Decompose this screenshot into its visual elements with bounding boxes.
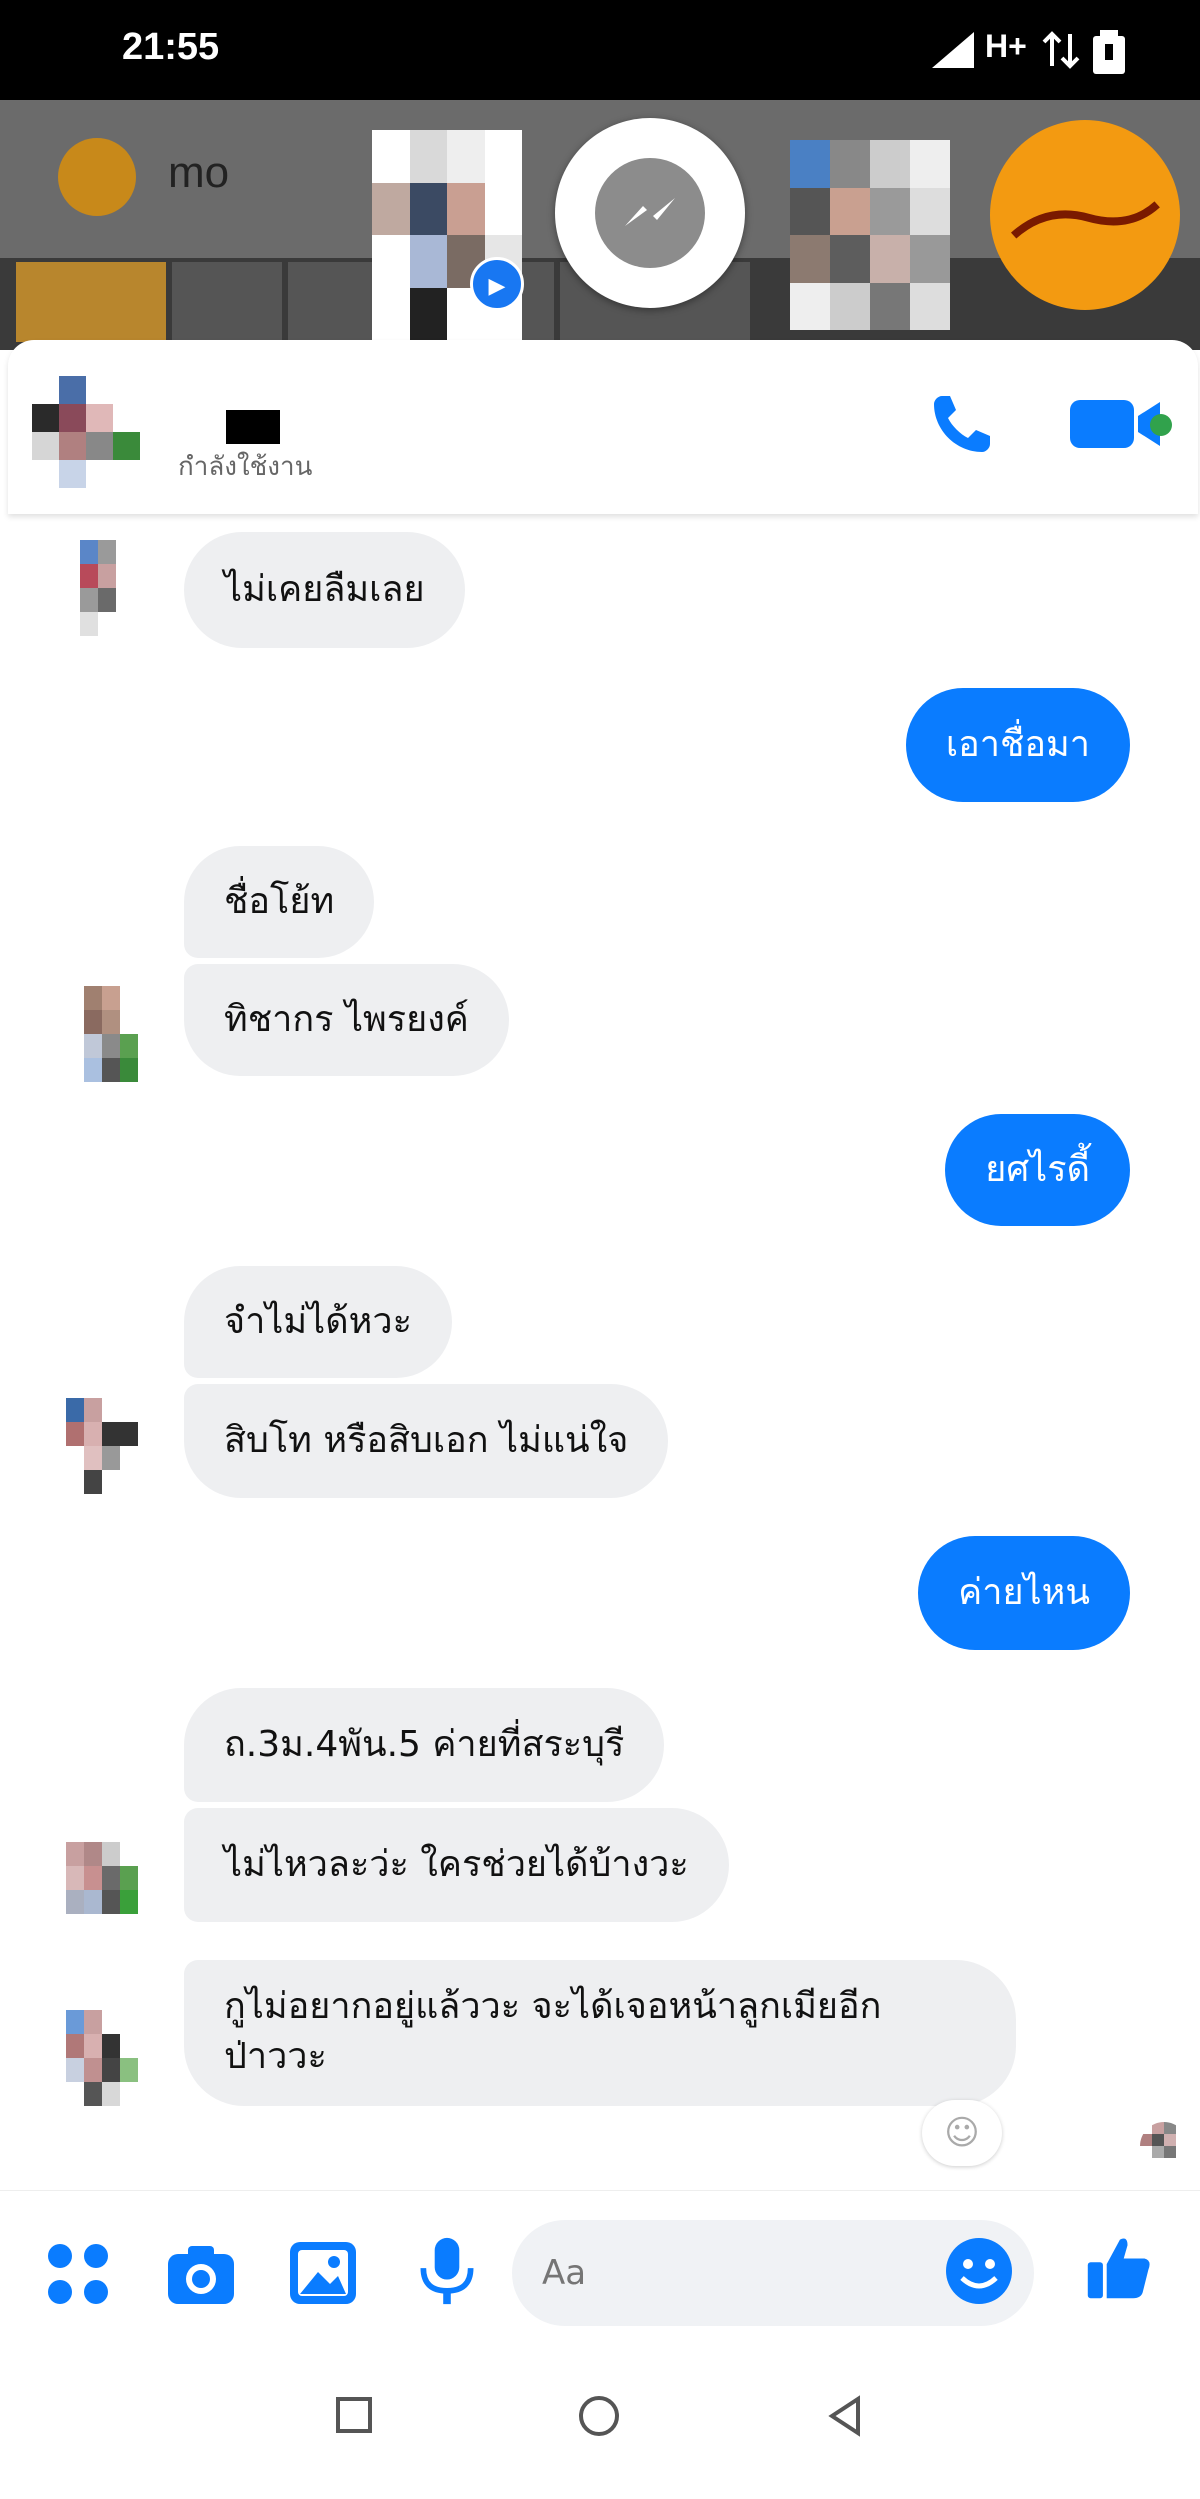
signal-icon bbox=[932, 32, 974, 68]
data-arrows-icon bbox=[1042, 31, 1080, 69]
chat-head-avatar[interactable] bbox=[790, 140, 950, 330]
message-bubble[interactable]: ถ.3ม.4พัน.5 ค่ายที่สระบุรี bbox=[184, 1688, 665, 1802]
add-reaction-icon[interactable]: ☺ bbox=[922, 2100, 1002, 2166]
sender-avatar[interactable] bbox=[62, 540, 134, 636]
sender-avatar[interactable] bbox=[66, 1398, 138, 1494]
background-app-logo bbox=[58, 138, 136, 216]
background-thumbnail bbox=[172, 262, 282, 342]
recents-icon[interactable] bbox=[334, 2395, 374, 2435]
sender-avatar[interactable] bbox=[66, 986, 138, 1082]
back-icon[interactable] bbox=[826, 2393, 866, 2439]
conversation-header: กำลังใช้งาน bbox=[8, 340, 1198, 514]
video-badge-icon: ▶ bbox=[470, 257, 524, 311]
battery-icon bbox=[1093, 30, 1125, 74]
message-bubble[interactable]: เอาชื่อมา bbox=[905, 688, 1130, 802]
background-thumbnail bbox=[16, 262, 166, 342]
message-bubble[interactable]: จำไม่ได้หวะ bbox=[184, 1266, 452, 1378]
brand-logo-icon bbox=[1007, 190, 1164, 242]
messenger-icon bbox=[595, 158, 705, 268]
message-bubble[interactable]: ยศไรดี้ bbox=[945, 1114, 1130, 1226]
message-bubble[interactable]: ไม่ไหวละว่ะ ใครช่วยได้บ้างวะ bbox=[184, 1808, 729, 1922]
message-bubble[interactable]: ค่ายไหน bbox=[918, 1536, 1130, 1650]
message-bubble[interactable]: ทิชากร ไพรยงค์ bbox=[184, 964, 509, 1076]
camera-icon[interactable] bbox=[166, 2240, 236, 2310]
status-bar: 21:55 H+ bbox=[0, 0, 1200, 100]
brand-chat-head[interactable] bbox=[990, 120, 1180, 310]
seen-avatar bbox=[1140, 2122, 1188, 2170]
network-type: H+ bbox=[985, 28, 1027, 64]
contact-status: กำลังใช้งาน bbox=[178, 452, 313, 482]
thumbs-up-icon[interactable] bbox=[1084, 2232, 1154, 2302]
message-bubble[interactable]: สิบโท หรือสิบเอก ไม่แน่ใจ bbox=[184, 1384, 669, 1498]
grid-dots-icon[interactable] bbox=[44, 2240, 114, 2310]
message-bubble[interactable]: กูไม่อยากอยู่แล้ววะ จะได้เจอหน้าลูกเมียอ… bbox=[184, 1960, 1016, 2106]
online-indicator bbox=[1150, 414, 1172, 436]
phone-icon[interactable] bbox=[928, 388, 998, 458]
contact-avatar[interactable] bbox=[32, 376, 140, 488]
image-icon[interactable] bbox=[288, 2238, 358, 2308]
messenger-chat-head[interactable] bbox=[555, 118, 745, 308]
microphone-icon[interactable] bbox=[412, 2236, 482, 2306]
message-bubble[interactable]: ไม่เคยลืมเลย bbox=[184, 532, 465, 648]
smiley-icon[interactable] bbox=[944, 2236, 1014, 2306]
sender-avatar[interactable] bbox=[66, 2010, 138, 2106]
home-icon[interactable] bbox=[576, 2393, 622, 2439]
system-nav-bar bbox=[0, 2355, 1200, 2499]
background-app-title: mo bbox=[168, 148, 230, 197]
contact-name-redacted bbox=[226, 410, 280, 444]
clock: 21:55 bbox=[122, 26, 220, 68]
message-bubble[interactable]: ชื่อโย้ท bbox=[184, 846, 375, 958]
sender-avatar[interactable] bbox=[66, 1842, 138, 1938]
